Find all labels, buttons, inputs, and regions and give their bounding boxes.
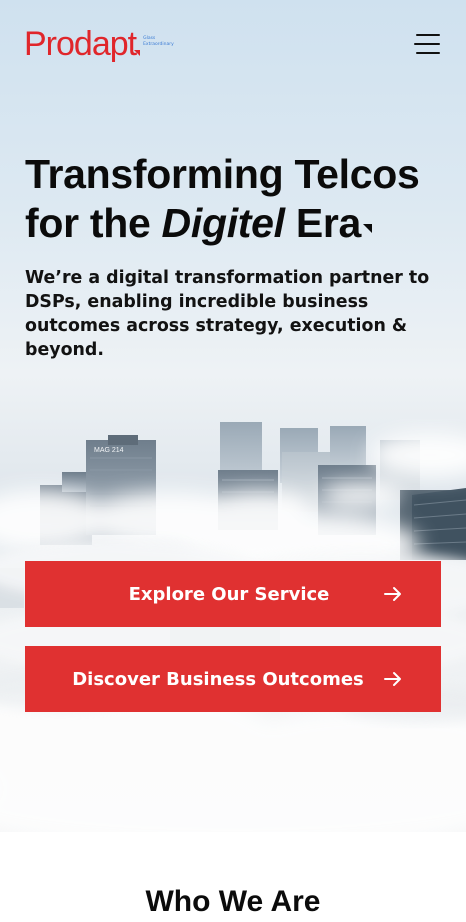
prodapt-logo[interactable]: Prodapt Glass Extraordinary	[24, 26, 175, 62]
headline-for: for the	[25, 200, 162, 246]
menu-line-bottom	[416, 52, 440, 54]
headline-era: Era	[284, 200, 362, 246]
who-we-are-heading: Who We Are	[145, 885, 321, 918]
tick-mark-icon	[363, 224, 373, 233]
arrow-right-icon	[384, 672, 401, 686]
hero-subheadline: We’re a digital transformation partner t…	[25, 268, 430, 360]
hamburger-menu-icon[interactable]	[414, 34, 442, 56]
headline-line1: Transforming Telcos	[25, 151, 420, 197]
menu-line-middle	[414, 43, 440, 45]
logo-wordmark: Prodapt	[24, 25, 137, 63]
logo-tagline: Glass Extraordinary	[143, 36, 174, 47]
logo-tick-icon	[134, 50, 141, 56]
building-sign: MAG 214	[94, 447, 124, 454]
arrow-right-icon	[384, 587, 401, 601]
headline-digitel: Digitel	[161, 200, 285, 246]
discover-outcomes-button[interactable]: Discover Business Outcomes	[25, 646, 441, 712]
hero-headline: Transforming Telcos for the Digitel Era	[25, 150, 445, 248]
explore-service-label: Explore Our Service	[128, 583, 330, 605]
hero-section: MAG 214 Prodapt Glass Extraordinary Tran…	[0, 0, 466, 832]
discover-outcomes-label: Discover Business Outcomes	[72, 668, 364, 690]
menu-line-top	[416, 34, 440, 36]
explore-service-button[interactable]: Explore Our Service	[25, 561, 441, 627]
